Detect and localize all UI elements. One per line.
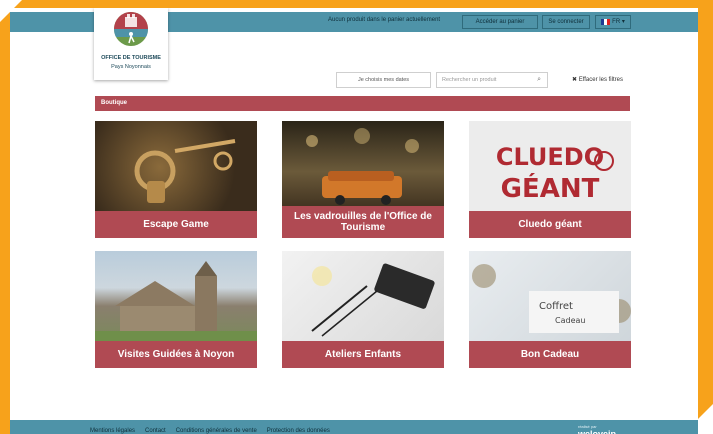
product-card-bon-cadeau[interactable]: Coffret Cadeau Bon Cadeau — [469, 251, 631, 368]
gift-image-line2: Cadeau — [555, 316, 585, 325]
footer-links: Mentions légales Contact Conditions géné… — [90, 428, 330, 434]
logo-subtitle: Pays Noyonnais — [111, 64, 151, 70]
date-filter-button[interactable]: Je choisis mes dates — [336, 72, 431, 88]
search-placeholder: Rechercher un produit — [442, 77, 497, 83]
product-title: Les vadrouilles de l'Office de Tourisme — [282, 206, 444, 238]
ateliers-image — [282, 251, 444, 343]
product-card-escape-game[interactable]: Escape Game — [95, 121, 257, 238]
footer-link-privacy[interactable]: Protection des données — [267, 428, 330, 434]
footer-link-terms[interactable]: Conditions générales de vente — [176, 428, 257, 434]
footer-brand-name: weloveip — [578, 429, 617, 434]
french-flag-icon — [601, 19, 611, 25]
product-title: Ateliers Enfants — [282, 341, 444, 368]
site-logo[interactable]: OFFICE DE TOURISME Pays Noyonnais — [94, 8, 168, 80]
product-card-ateliers-enfants[interactable]: Ateliers Enfants — [282, 251, 444, 368]
footer: Mentions légales Contact Conditions géné… — [10, 420, 698, 434]
cluedo-image-line2: GÉANT — [501, 172, 600, 204]
clear-filters-link[interactable]: ✖ Effacer les filtres — [572, 76, 623, 83]
logo-emblem-icon — [114, 12, 148, 46]
view-cart-button[interactable]: Accéder au panier — [462, 15, 538, 29]
login-button[interactable]: Se connecter — [542, 15, 590, 29]
language-selector[interactable]: FR ▾ — [595, 15, 631, 29]
footer-brand[interactable]: réalisé par weloveip — [578, 424, 616, 434]
bon-cadeau-image: Coffret Cadeau — [469, 251, 631, 343]
visites-image — [95, 251, 257, 343]
gift-image-line1: Coffret — [539, 301, 573, 312]
product-title: Cluedo géant — [469, 211, 631, 238]
escape-game-image — [95, 121, 257, 213]
language-label: FR ▾ — [612, 19, 625, 25]
product-card-cluedo[interactable]: CLUEDO GÉANT Cluedo géant — [469, 121, 631, 238]
product-title: Visites Guidées à Noyon — [95, 341, 257, 368]
section-title-bar: Boutique — [95, 96, 630, 111]
footer-link-contact[interactable]: Contact — [145, 428, 166, 434]
product-card-vadrouilles[interactable]: Les vadrouilles de l'Office de Tourisme — [282, 121, 444, 238]
logo-title: OFFICE DE TOURISME — [101, 55, 161, 61]
search-icon[interactable]: ⌕ — [537, 73, 541, 87]
close-icon: ✖ — [572, 77, 578, 83]
product-title: Escape Game — [95, 211, 257, 238]
cart-status-text: Aucun produit dans le panier actuellemen… — [328, 17, 441, 23]
cluedo-image-line1: CLUEDO — [496, 143, 604, 171]
footer-link-legal[interactable]: Mentions légales — [90, 428, 135, 434]
cluedo-image: CLUEDO GÉANT — [469, 121, 631, 213]
product-card-visites-guidees[interactable]: Visites Guidées à Noyon — [95, 251, 257, 368]
product-title: Bon Cadeau — [469, 341, 631, 368]
page: Aucun produit dans le panier actuellemen… — [10, 8, 698, 434]
product-search-input[interactable]: Rechercher un produit ⌕ — [436, 72, 548, 88]
vadrouilles-image — [282, 121, 444, 213]
clear-filters-label: Effacer les filtres — [578, 77, 623, 83]
